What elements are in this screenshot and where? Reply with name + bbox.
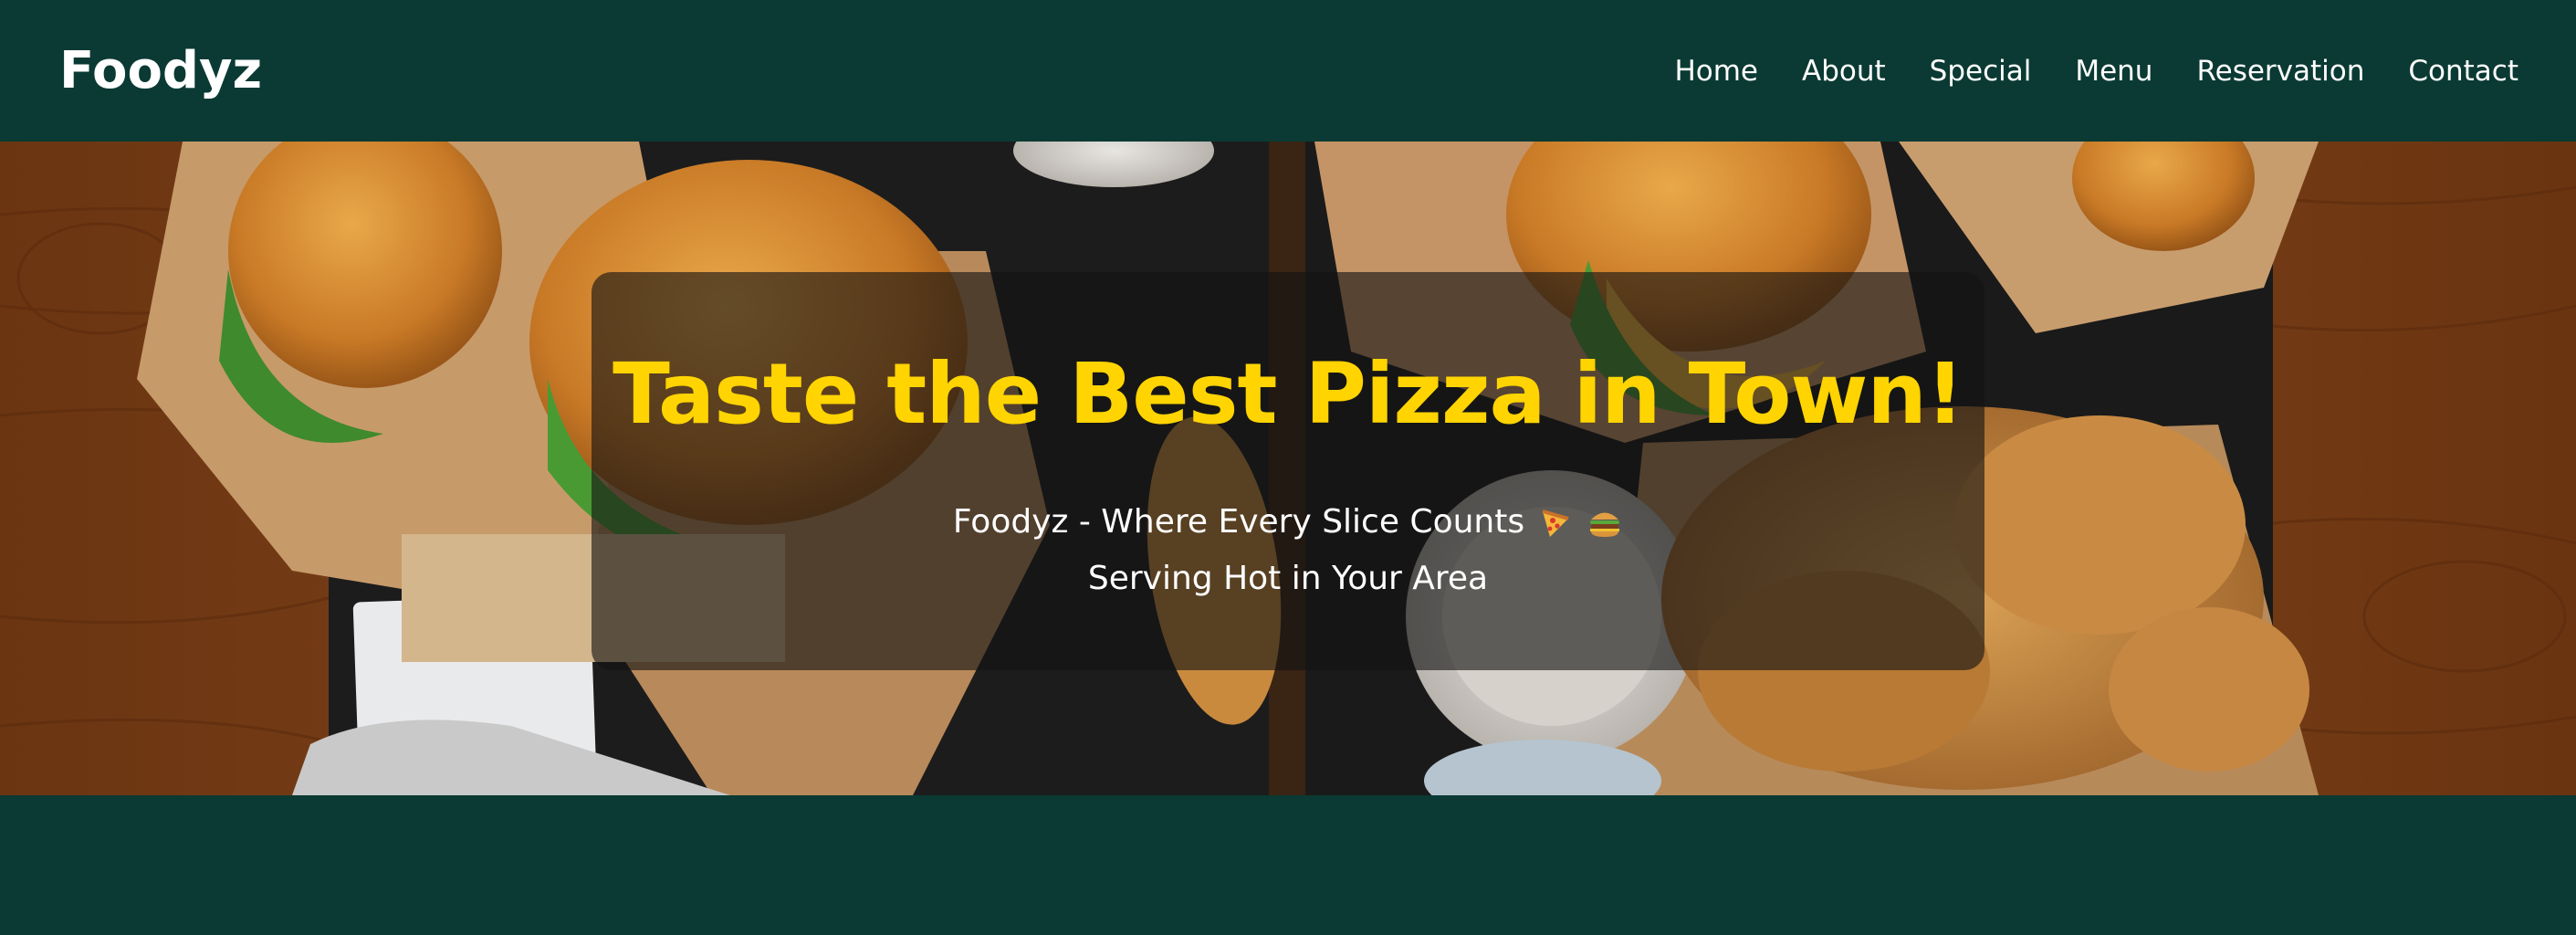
nav-link-contact[interactable]: Contact bbox=[2408, 55, 2518, 88]
hero-subtitle-line2: Serving Hot in Your Area bbox=[1087, 560, 1489, 597]
hero-tagline: Foodyz - Where Every Slice Counts bbox=[952, 503, 1525, 541]
burger-icon bbox=[1590, 512, 1620, 537]
hero-card: Taste the Best Pizza in Town! Foodyz - W… bbox=[592, 272, 1984, 670]
nav-link-special[interactable]: Special bbox=[1930, 55, 2032, 88]
nav-link-home[interactable]: Home bbox=[1674, 55, 1758, 88]
nav-link-menu[interactable]: Menu bbox=[2075, 55, 2152, 88]
lower-section bbox=[0, 795, 2576, 935]
nav-link-about[interactable]: About bbox=[1802, 55, 1886, 88]
nav-link-reservation[interactable]: Reservation bbox=[2196, 55, 2364, 88]
hero-title: Taste the Best Pizza in Town! bbox=[613, 345, 1964, 443]
pizza-icon bbox=[1542, 510, 1569, 537]
navbar: Foodyz Home About Special Menu Reservati… bbox=[0, 0, 2576, 142]
hero-subtitle-line1: Foodyz - Where Every Slice Counts bbox=[953, 494, 1623, 551]
nav-menu: Home About Special Menu Reservation Cont… bbox=[1674, 55, 2518, 88]
brand-logo[interactable]: Foodyz bbox=[59, 41, 262, 100]
hero-section: Taste the Best Pizza in Town! Foodyz - W… bbox=[0, 142, 2576, 795]
hero-subtitle: Foodyz - Where Every Slice Counts Servin… bbox=[953, 494, 1623, 607]
